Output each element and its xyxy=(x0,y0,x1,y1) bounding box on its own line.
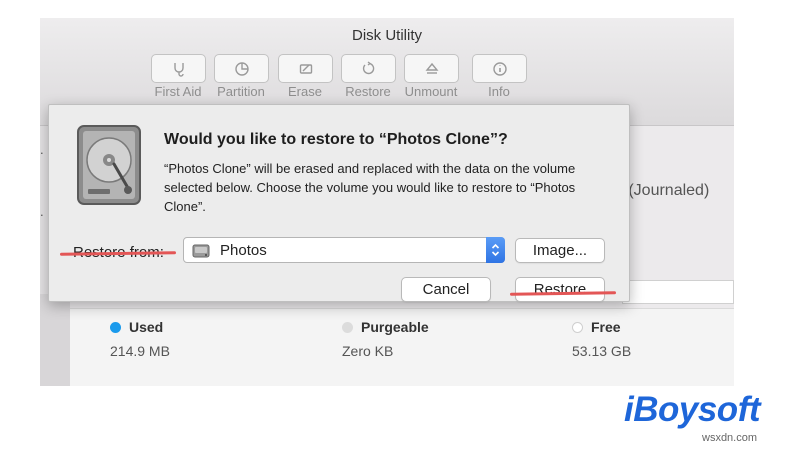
hard-disk-icon xyxy=(77,125,141,205)
stat-purgeable: Purgeable Zero KB xyxy=(342,319,429,359)
stat-used: Used 214.9 MB xyxy=(110,319,170,359)
restore-source-select[interactable]: Photos xyxy=(183,237,505,263)
stethoscope-icon xyxy=(173,62,184,77)
volume-info-field xyxy=(622,280,734,304)
sidebar-edge-mark: . xyxy=(40,142,44,157)
erase-icon xyxy=(299,63,312,74)
brand-logo: iBoysoft xyxy=(624,390,761,429)
info-button[interactable] xyxy=(472,54,527,83)
restore-button[interactable]: Restore xyxy=(515,277,605,302)
first-aid-button[interactable] xyxy=(151,54,206,83)
restore-dialog: Would you like to restore to “Photos Clo… xyxy=(48,104,630,302)
stat-purgeable-value: Zero KB xyxy=(342,343,394,359)
info-icon xyxy=(492,61,507,76)
erase-button[interactable] xyxy=(278,54,333,83)
disk-utility-window: Disk Utility First Aid Partition Erase R… xyxy=(40,18,734,386)
select-stepper-icon[interactable] xyxy=(486,237,505,263)
watermark-text: wsxdn.com xyxy=(702,432,758,444)
stat-used-value: 214.9 MB xyxy=(110,343,170,359)
used-dot-icon xyxy=(110,321,121,333)
selected-volume: Photos xyxy=(220,242,267,259)
info-label: Info xyxy=(488,84,510,99)
stat-free-value: 53.13 GB xyxy=(572,343,632,359)
stat-free-label: Free xyxy=(591,319,621,335)
app-title: Disk Utility xyxy=(352,27,422,44)
usage-stats: Used 214.9 MB Purgeable Zero KB Free 53.… xyxy=(70,308,734,386)
purgeable-dot-icon xyxy=(342,321,353,333)
eject-icon xyxy=(425,62,438,74)
pie-chart-icon xyxy=(234,61,249,76)
free-dot-icon xyxy=(572,321,583,333)
restore-arrow-icon xyxy=(362,60,374,74)
partition-button[interactable] xyxy=(214,54,269,83)
stat-used-label: Used xyxy=(129,319,164,335)
dialog-message: “Photos Clone” will be erased and replac… xyxy=(164,161,576,214)
dialog-title: Would you like to restore to “Photos Clo… xyxy=(164,131,508,148)
unmount-button[interactable] xyxy=(404,54,459,83)
image-button[interactable]: Image... xyxy=(515,238,605,263)
stat-purgeable-label: Purgeable xyxy=(361,319,429,335)
cancel-button[interactable]: Cancel xyxy=(401,277,491,302)
sidebar-lower-edge xyxy=(40,294,70,386)
stat-free: Free 53.13 GB xyxy=(572,319,631,359)
restore-toolbar-button[interactable] xyxy=(341,54,396,83)
sidebar-edge-mark: . xyxy=(40,204,44,219)
volume-disk-icon xyxy=(192,244,210,258)
